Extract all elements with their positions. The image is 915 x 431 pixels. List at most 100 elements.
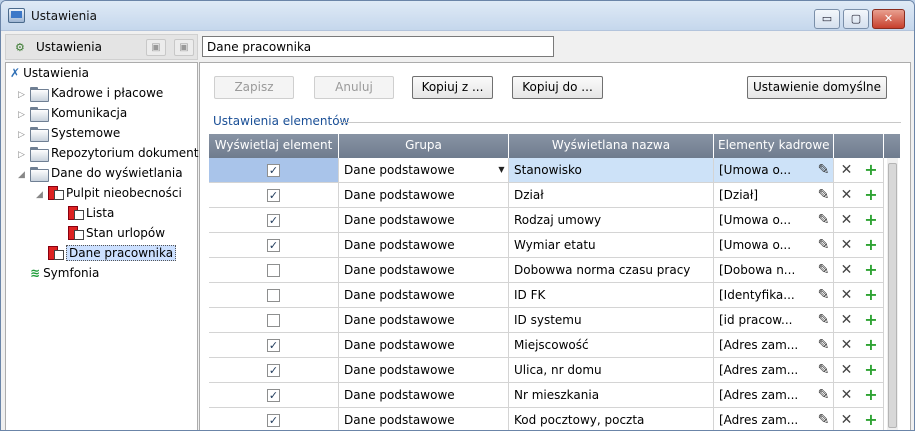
hr-elements-cell[interactable]: [Dział] — [714, 183, 814, 208]
hr-elements-cell[interactable]: [Adres zam... — [714, 408, 814, 430]
tree-expander-icon[interactable]: ▷ — [18, 106, 30, 125]
display-name-cell[interactable]: Kod pocztowy, poczta — [509, 408, 714, 430]
group-cell[interactable]: Dane podstawowe — [339, 308, 509, 333]
display-checkbox[interactable] — [267, 264, 280, 277]
group-cell[interactable]: Dane podstawowe ▼ — [339, 158, 509, 183]
tree-expander-icon[interactable]: ▷ — [18, 86, 30, 105]
display-name-cell[interactable]: Wymiar etatu — [509, 233, 714, 258]
display-checkbox[interactable]: ✓ — [267, 364, 280, 377]
edit-pencil-icon[interactable]: ✎ — [814, 158, 834, 183]
group-cell[interactable]: Dane podstawowe — [339, 208, 509, 233]
display-name-cell[interactable]: ID systemu — [509, 308, 714, 333]
group-cell[interactable]: Dane podstawowe — [339, 283, 509, 308]
display-name-cell[interactable]: Stanowisko — [509, 158, 714, 183]
settings-tree[interactable]: ✗ Ustawienia ▷ Kadrowe i płacowe ▷ Komunikacj… — [5, 62, 211, 430]
add-icon[interactable]: + — [859, 158, 884, 183]
column-header[interactable]: Wyświetlaj element — [209, 134, 339, 158]
group-cell[interactable]: Dane podstawowe — [339, 408, 509, 430]
edit-pencil-icon[interactable]: ✎ — [814, 283, 834, 308]
delete-icon[interactable]: ✕ — [834, 183, 859, 208]
table-row[interactable]: ✓ Dane podstawowe Wymiar etatu [Umowa o... ✎… — [209, 233, 901, 258]
hr-elements-cell[interactable]: [Adres zam... — [714, 358, 814, 383]
display-name-cell[interactable]: Miejscowość — [509, 333, 714, 358]
table-row[interactable]: ✓ Dane podstawowe Dział [Dział] ✎ ✕ + — [209, 183, 901, 208]
tree-expander-icon[interactable]: ▷ — [18, 146, 30, 165]
add-icon[interactable]: + — [859, 408, 884, 430]
tree-expander-icon[interactable]: ◢ — [36, 186, 48, 205]
table-row[interactable]: ✓ Dane podstawowe ▼ Stanowisko [Umowa o... ✎ ✕… — [209, 158, 901, 183]
table-row[interactable]: Dane podstawowe Dobowwa norma czasu pracy… — [209, 258, 901, 283]
delete-icon[interactable]: ✕ — [834, 308, 859, 333]
hr-elements-cell[interactable]: [id pracow... — [714, 308, 814, 333]
table-row[interactable]: ✓ Dane podstawowe Ulica, nr domu [Adres zam… — [209, 358, 901, 383]
group-cell[interactable]: Dane podstawowe — [339, 183, 509, 208]
edit-pencil-icon[interactable]: ✎ — [814, 308, 834, 333]
tree-node-3[interactable]: ▷ Komunikacja — [18, 104, 127, 123]
add-icon[interactable]: + — [859, 258, 884, 283]
delete-icon[interactable]: ✕ — [834, 283, 859, 308]
edit-pencil-icon[interactable]: ✎ — [814, 333, 834, 358]
display-checkbox[interactable] — [267, 314, 280, 327]
display-checkbox[interactable]: ✓ — [267, 339, 280, 352]
table-row[interactable]: Dane podstawowe ID systemu [id pracow... ✎ ✕… — [209, 308, 901, 333]
table-row[interactable]: ✓ Dane podstawowe Rodzaj umowy [Umowa o... ✎… — [209, 208, 901, 233]
edit-pencil-icon[interactable]: ✎ — [814, 233, 834, 258]
display-checkbox[interactable]: ✓ — [267, 414, 280, 427]
display-name-cell[interactable]: Dobowwa norma czasu pracy — [509, 258, 714, 283]
hr-elements-cell[interactable]: [Umowa o... — [714, 158, 814, 183]
hr-elements-cell[interactable]: [Dobowa n... — [714, 258, 814, 283]
column-header[interactable]: Elementy kadrowe — [714, 134, 834, 158]
column-header[interactable] — [884, 134, 901, 158]
delete-icon[interactable]: ✕ — [834, 408, 859, 430]
add-icon[interactable]: + — [859, 358, 884, 383]
hr-elements-cell[interactable]: [Umowa o... — [714, 208, 814, 233]
scrollbar-thumb[interactable] — [888, 163, 897, 428]
display-checkbox[interactable]: ✓ — [267, 389, 280, 402]
group-cell[interactable]: Dane podstawowe — [339, 233, 509, 258]
edit-pencil-icon[interactable]: ✎ — [814, 358, 834, 383]
display-checkbox[interactable]: ✓ — [267, 214, 280, 227]
copy-from-button[interactable]: Kopiuj z ... — [412, 76, 493, 99]
group-cell[interactable]: Dane podstawowe — [339, 358, 509, 383]
maximize-button[interactable]: ▢ — [843, 9, 869, 29]
group-cell[interactable]: Dane podstawowe — [339, 258, 509, 283]
hr-elements-cell[interactable]: [Adres zam... — [714, 383, 814, 408]
add-folder-icon[interactable]: ▣ — [146, 39, 166, 56]
tree-expander-icon[interactable]: ▷ — [18, 126, 30, 145]
tree-node-11[interactable]: ≋ Symfonia — [18, 264, 99, 283]
tree-node-2[interactable]: ▷ Kadrowe i płacowe — [18, 84, 163, 103]
delete-icon[interactable]: ✕ — [834, 333, 859, 358]
display-checkbox[interactable]: ✓ — [267, 164, 280, 177]
display-name-cell[interactable]: Rodzaj umowy — [509, 208, 714, 233]
table-row[interactable]: ✓ Dane podstawowe Nr mieszkania [Adres zam.… — [209, 383, 901, 408]
remove-folder-icon[interactable]: ▣ — [174, 39, 194, 56]
add-icon[interactable]: + — [859, 308, 884, 333]
column-header[interactable]: Grupa — [339, 134, 509, 158]
edit-pencil-icon[interactable]: ✎ — [814, 383, 834, 408]
add-icon[interactable]: + — [859, 233, 884, 258]
delete-icon[interactable]: ✕ — [834, 258, 859, 283]
display-name-cell[interactable]: ID FK — [509, 283, 714, 308]
tree-node-4[interactable]: ▷ Systemowe — [18, 124, 120, 143]
minimize-button[interactable]: ▭ — [814, 9, 840, 29]
tree-node-1[interactable]: ✗ Ustawienia — [10, 64, 89, 83]
table-row[interactable]: ✓ Dane podstawowe Kod pocztowy, poczta [Adr… — [209, 408, 901, 430]
display-checkbox[interactable]: ✓ — [267, 239, 280, 252]
title-bar[interactable]: Ustawienia ▭ ▢ ✕ — [1, 1, 914, 31]
table-row[interactable]: Dane podstawowe ID FK [Identyfika... ✎ ✕ + — [209, 283, 901, 308]
display-checkbox[interactable] — [267, 289, 280, 302]
column-header[interactable]: Wyświetlana nazwa — [509, 134, 714, 158]
add-icon[interactable]: + — [859, 183, 884, 208]
edit-pencil-icon[interactable]: ✎ — [814, 258, 834, 283]
hr-elements-cell[interactable]: [Umowa o... — [714, 233, 814, 258]
tree-node-6[interactable]: ◢ Dane do wyświetlania — [18, 164, 183, 183]
delete-icon[interactable]: ✕ — [834, 208, 859, 233]
tree-node-10[interactable]: Dane pracownika — [36, 244, 177, 263]
edit-pencil-icon[interactable]: ✎ — [814, 208, 834, 233]
column-header[interactable] — [834, 134, 884, 158]
display-name-cell[interactable]: Nr mieszkania — [509, 383, 714, 408]
display-name-cell[interactable]: Ulica, nr domu — [509, 358, 714, 383]
name-field[interactable] — [202, 36, 554, 57]
add-icon[interactable]: + — [859, 333, 884, 358]
close-button[interactable]: ✕ — [872, 9, 905, 29]
